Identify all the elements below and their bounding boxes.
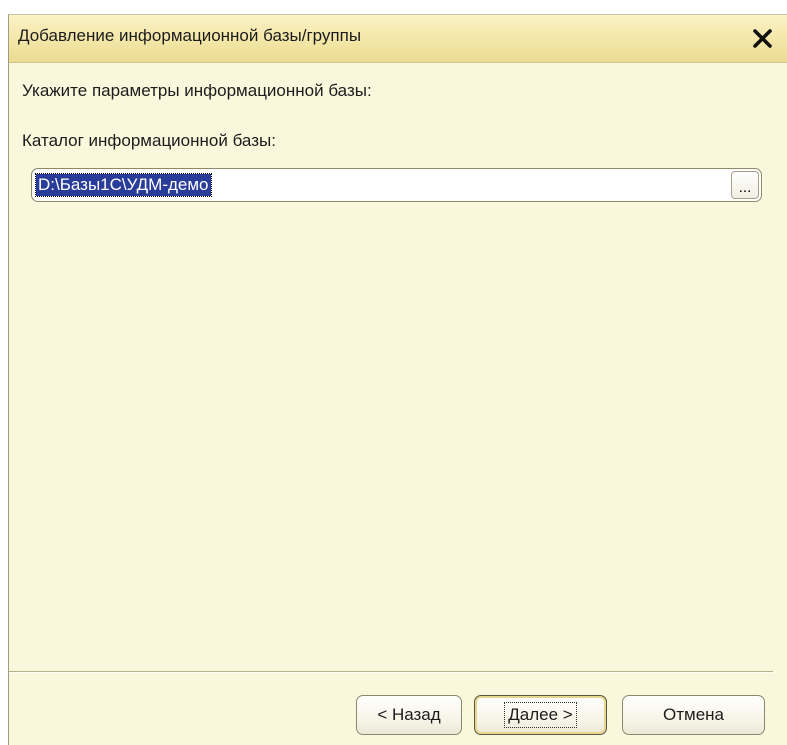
cancel-button-label: Отмена [663,705,724,724]
catalog-path-field[interactable]: D:\Базы1С\УДМ-демо ... [31,168,762,202]
parameters-prompt: Укажите параметры информационной базы: [22,81,372,100]
catalog-label: Каталог информационной базы: [22,131,276,150]
window-title: Добавление информационной базы/группы [18,26,362,45]
next-button[interactable]: Далее > [474,695,607,735]
close-button[interactable] [747,22,779,54]
browse-button-label: ... [738,179,752,196]
catalog-path-input[interactable]: D:\Базы1С\УДМ-демо [35,173,212,197]
back-button-label: < Назад [377,705,441,724]
footer-separator [9,671,773,673]
browse-button[interactable]: ... [731,171,759,199]
close-icon [753,29,772,48]
cancel-button[interactable]: Отмена [622,695,765,735]
back-button[interactable]: < Назад [356,695,462,735]
title-bar[interactable]: Добавление информационной базы/группы [9,15,787,63]
next-button-label: Далее > [504,702,577,728]
dialog-window: Добавление информационной базы/группы Ук… [8,14,787,745]
